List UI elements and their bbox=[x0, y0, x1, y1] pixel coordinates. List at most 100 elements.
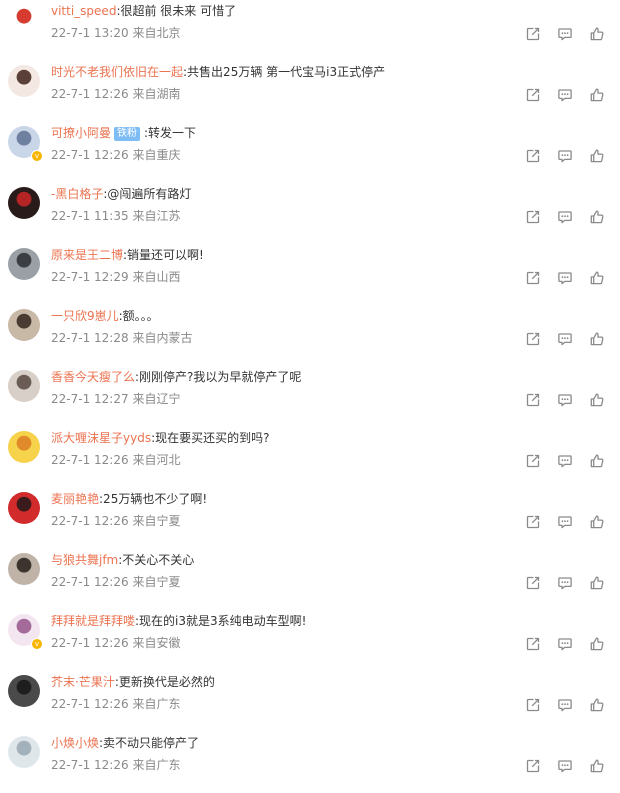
comment-meta: 22-7-1 12:27 来自辽宁 bbox=[51, 391, 180, 407]
share-icon[interactable] bbox=[525, 87, 541, 103]
avatar[interactable] bbox=[8, 309, 40, 341]
comment-text: :转发一下 bbox=[144, 126, 197, 140]
comment-timestamp: 22-7-1 11:35 bbox=[51, 209, 129, 223]
share-icon[interactable] bbox=[525, 148, 541, 164]
comment-timestamp: 22-7-1 12:26 bbox=[51, 758, 129, 772]
username-link[interactable]: 香香今天瘦了么 bbox=[51, 370, 135, 384]
share-icon[interactable] bbox=[525, 453, 541, 469]
comment-timestamp: 22-7-1 13:20 bbox=[51, 26, 129, 40]
share-icon[interactable] bbox=[525, 331, 541, 347]
comment-text: :销量还可以啊! bbox=[123, 248, 204, 262]
comment-icon[interactable] bbox=[557, 575, 573, 591]
avatar[interactable] bbox=[8, 248, 40, 280]
username-link[interactable]: 与狼共舞jfm bbox=[51, 553, 118, 567]
comment-text: :卖不动只能停产了 bbox=[99, 736, 200, 750]
comment-location: 来自湖南 bbox=[132, 87, 181, 101]
comment-icon[interactable] bbox=[557, 331, 573, 347]
avatar[interactable] bbox=[8, 370, 40, 402]
comment-item: 小焕小焕:卖不动只能停产了 22-7-1 12:26 来自广东 bbox=[0, 732, 620, 793]
comment-item: 香香今天瘦了么:刚刚停产?我以为早就停产了呢 22-7-1 12:27 来自辽宁 bbox=[0, 366, 620, 427]
comment-text: :25万辆也不少了啊! bbox=[99, 492, 208, 506]
avatar[interactable] bbox=[8, 187, 40, 219]
thumbs-up-icon[interactable] bbox=[589, 270, 605, 286]
thumbs-up-icon[interactable] bbox=[589, 26, 605, 42]
comment-location: 来自北京 bbox=[132, 26, 181, 40]
share-icon[interactable] bbox=[525, 270, 541, 286]
thumbs-up-icon[interactable] bbox=[589, 148, 605, 164]
comment-icon[interactable] bbox=[557, 514, 573, 530]
comment-icon[interactable] bbox=[557, 209, 573, 225]
comment-meta: 22-7-1 12:26 来自安徽 bbox=[51, 635, 180, 651]
comment-icon[interactable] bbox=[557, 636, 573, 652]
comment-line: 时光不老我们依旧在一起:共售出25万辆 第一代宝马i3正式停产 bbox=[51, 64, 385, 80]
share-icon[interactable] bbox=[525, 697, 541, 713]
comment-meta: 22-7-1 12:26 来自广东 bbox=[51, 696, 180, 712]
avatar[interactable] bbox=[8, 553, 40, 585]
comment-location: 来自江苏 bbox=[132, 209, 181, 223]
comment-timestamp: 22-7-1 12:26 bbox=[51, 697, 129, 711]
thumbs-up-icon[interactable] bbox=[589, 514, 605, 530]
avatar[interactable] bbox=[8, 492, 40, 524]
comment-line: 麦丽艳艳:25万辆也不少了啊! bbox=[51, 491, 207, 507]
comment-meta: 22-7-1 12:26 来自重庆 bbox=[51, 147, 180, 163]
username-link[interactable]: 时光不老我们依旧在一起 bbox=[51, 65, 183, 79]
username-link[interactable]: 可撩小阿曼 bbox=[51, 126, 111, 140]
username-link[interactable]: vitti_speed bbox=[51, 4, 116, 18]
comment-location: 来自广东 bbox=[132, 697, 181, 711]
comment-icon[interactable] bbox=[557, 26, 573, 42]
comment-meta: 22-7-1 13:20 来自北京 bbox=[51, 25, 180, 41]
comment-line: -黑白格子:@闯遍所有路灯 bbox=[51, 186, 191, 202]
username-link[interactable]: 小焕小焕 bbox=[51, 736, 99, 750]
username-link[interactable]: 麦丽艳艳 bbox=[51, 492, 99, 506]
share-icon[interactable] bbox=[525, 26, 541, 42]
username-link[interactable]: 一只欣9崽儿 bbox=[51, 309, 119, 323]
username-link[interactable]: 拜拜就是拜拜喽 bbox=[51, 614, 135, 628]
share-icon[interactable] bbox=[525, 636, 541, 652]
comment-icon[interactable] bbox=[557, 697, 573, 713]
verified-badge-icon: v bbox=[31, 150, 43, 162]
comment-item: 派大喱沫星子yyds:现在要买还买的到吗? 22-7-1 12:26 来自河北 bbox=[0, 427, 620, 488]
comment-text: :更新换代是必然的 bbox=[114, 675, 215, 689]
thumbs-up-icon[interactable] bbox=[589, 453, 605, 469]
comment-item: 时光不老我们依旧在一起:共售出25万辆 第一代宝马i3正式停产 22-7-1 12… bbox=[0, 61, 620, 122]
fan-tag-badge: 铁粉 bbox=[114, 127, 141, 141]
comment-line: 可撩小阿曼 铁粉:转发一下 bbox=[51, 125, 196, 141]
comment-timestamp: 22-7-1 12:26 bbox=[51, 453, 129, 467]
avatar[interactable] bbox=[8, 736, 40, 768]
comment-timestamp: 22-7-1 12:26 bbox=[51, 148, 129, 162]
comment-timestamp: 22-7-1 12:28 bbox=[51, 331, 129, 345]
comment-meta: 22-7-1 12:26 来自河北 bbox=[51, 452, 180, 468]
thumbs-up-icon[interactable] bbox=[589, 575, 605, 591]
avatar[interactable] bbox=[8, 65, 40, 97]
thumbs-up-icon[interactable] bbox=[589, 209, 605, 225]
share-icon[interactable] bbox=[525, 575, 541, 591]
thumbs-up-icon[interactable] bbox=[589, 87, 605, 103]
username-link[interactable]: -黑白格子 bbox=[51, 187, 103, 201]
comment-meta: 22-7-1 12:28 来自内蒙古 bbox=[51, 330, 192, 346]
thumbs-up-icon[interactable] bbox=[589, 331, 605, 347]
comment-icon[interactable] bbox=[557, 87, 573, 103]
comment-icon[interactable] bbox=[557, 758, 573, 774]
comment-timestamp: 22-7-1 12:26 bbox=[51, 87, 129, 101]
comment-location: 来自宁夏 bbox=[132, 575, 181, 589]
avatar[interactable] bbox=[8, 431, 40, 463]
comment-item: 原来是王二博:销量还可以啊! 22-7-1 12:29 来自山西 bbox=[0, 244, 620, 305]
share-icon[interactable] bbox=[525, 758, 541, 774]
thumbs-up-icon[interactable] bbox=[589, 758, 605, 774]
username-link[interactable]: 原来是王二博 bbox=[51, 248, 123, 262]
username-link[interactable]: 派大喱沫星子yyds bbox=[51, 431, 151, 445]
share-icon[interactable] bbox=[525, 392, 541, 408]
avatar[interactable] bbox=[8, 4, 40, 36]
comment-icon[interactable] bbox=[557, 148, 573, 164]
comment-location: 来自重庆 bbox=[132, 148, 181, 162]
comment-icon[interactable] bbox=[557, 392, 573, 408]
avatar[interactable] bbox=[8, 675, 40, 707]
comment-icon[interactable] bbox=[557, 453, 573, 469]
username-link[interactable]: 芥末·芒果汁 bbox=[51, 675, 115, 689]
thumbs-up-icon[interactable] bbox=[589, 697, 605, 713]
comment-icon[interactable] bbox=[557, 270, 573, 286]
thumbs-up-icon[interactable] bbox=[589, 636, 605, 652]
share-icon[interactable] bbox=[525, 209, 541, 225]
share-icon[interactable] bbox=[525, 514, 541, 530]
thumbs-up-icon[interactable] bbox=[589, 392, 605, 408]
